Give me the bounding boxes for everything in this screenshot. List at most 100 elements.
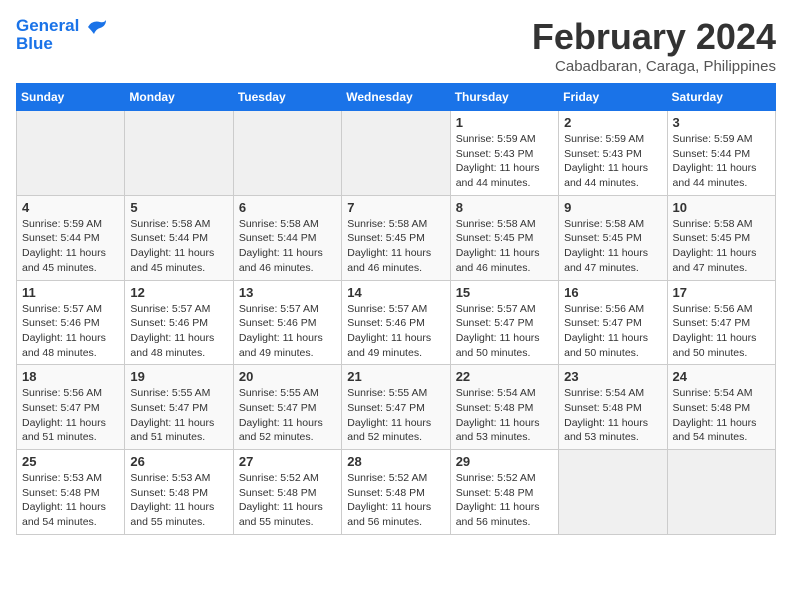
- calendar-cell: 19 Sunrise: 5:55 AM Sunset: 5:47 PM Dayli…: [125, 365, 233, 450]
- calendar-week-row: 18 Sunrise: 5:56 AM Sunset: 5:47 PM Dayli…: [17, 365, 776, 450]
- day-number: 19: [130, 369, 227, 384]
- day-number: 23: [564, 369, 661, 384]
- day-info: Sunrise: 5:58 AM Sunset: 5:45 PM Dayligh…: [456, 217, 553, 276]
- day-info: Sunrise: 5:54 AM Sunset: 5:48 PM Dayligh…: [673, 386, 770, 445]
- calendar-cell: 12 Sunrise: 5:57 AM Sunset: 5:46 PM Dayli…: [125, 280, 233, 365]
- day-number: 26: [130, 454, 227, 469]
- calendar-cell: 26 Sunrise: 5:53 AM Sunset: 5:48 PM Dayli…: [125, 450, 233, 535]
- day-number: 29: [456, 454, 553, 469]
- day-info: Sunrise: 5:58 AM Sunset: 5:45 PM Dayligh…: [347, 217, 444, 276]
- day-info: Sunrise: 5:56 AM Sunset: 5:47 PM Dayligh…: [564, 302, 661, 361]
- calendar-cell: 13Sunrise: 5:57 AM Sunset: 5:46 PM Dayli…: [233, 280, 341, 365]
- calendar-cell: [559, 450, 667, 535]
- day-info: Sunrise: 5:59 AM Sunset: 5:43 PM Dayligh…: [564, 132, 661, 191]
- calendar-cell: 2 Sunrise: 5:59 AM Sunset: 5:43 PM Daylig…: [559, 111, 667, 196]
- day-number: 18: [22, 369, 119, 384]
- day-number: 24: [673, 369, 770, 384]
- day-number: 10: [673, 200, 770, 215]
- calendar-cell: 22 Sunrise: 5:54 AM Sunset: 5:48 PM Dayli…: [450, 365, 558, 450]
- month-title: February 2024: [532, 16, 776, 58]
- day-number: 27: [239, 454, 336, 469]
- day-info: Sunrise: 5:58 AM Sunset: 5:45 PM Dayligh…: [673, 217, 770, 276]
- calendar-cell: [233, 111, 341, 196]
- day-info: Sunrise: 5:57 AM Sunset: 5:46 PM Dayligh…: [347, 302, 444, 361]
- day-info: Sunrise: 5:59 AM Sunset: 5:44 PM Dayligh…: [22, 217, 119, 276]
- logo: General Blue: [16, 16, 108, 54]
- weekday-header-sunday: Sunday: [17, 84, 125, 111]
- calendar-cell: 29 Sunrise: 5:52 AM Sunset: 5:48 PM Dayli…: [450, 450, 558, 535]
- day-info: Sunrise: 5:52 AM Sunset: 5:48 PM Dayligh…: [456, 471, 553, 530]
- day-number: 3: [673, 115, 770, 130]
- calendar-week-row: 1 Sunrise: 5:59 AM Sunset: 5:43 PM Daylig…: [17, 111, 776, 196]
- calendar-cell: 21Sunrise: 5:55 AM Sunset: 5:47 PM Dayli…: [342, 365, 450, 450]
- calendar-cell: 4 Sunrise: 5:59 AM Sunset: 5:44 PM Daylig…: [17, 195, 125, 280]
- calendar-cell: [667, 450, 775, 535]
- weekday-header-thursday: Thursday: [450, 84, 558, 111]
- calendar-week-row: 25 Sunrise: 5:53 AM Sunset: 5:48 PM Dayli…: [17, 450, 776, 535]
- day-info: Sunrise: 5:55 AM Sunset: 5:47 PM Dayligh…: [347, 386, 444, 445]
- calendar-table: SundayMondayTuesdayWednesdayThursdayFrid…: [16, 83, 776, 535]
- day-number: 15: [456, 285, 553, 300]
- calendar-cell: 17 Sunrise: 5:56 AM Sunset: 5:47 PM Dayli…: [667, 280, 775, 365]
- day-info: Sunrise: 5:58 AM Sunset: 5:44 PM Dayligh…: [239, 217, 336, 276]
- day-info: Sunrise: 5:52 AM Sunset: 5:48 PM Dayligh…: [239, 471, 336, 530]
- logo-blue-text: Blue: [16, 34, 108, 54]
- logo-bird-icon: [86, 18, 108, 36]
- day-number: 22: [456, 369, 553, 384]
- calendar-cell: 28 Sunrise: 5:52 AM Sunset: 5:48 PM Dayli…: [342, 450, 450, 535]
- day-info: Sunrise: 5:57 AM Sunset: 5:47 PM Dayligh…: [456, 302, 553, 361]
- calendar-cell: [17, 111, 125, 196]
- day-info: Sunrise: 5:55 AM Sunset: 5:47 PM Dayligh…: [239, 386, 336, 445]
- weekday-header-row: SundayMondayTuesdayWednesdayThursdayFrid…: [17, 84, 776, 111]
- page-header: General Blue February 2024 Cabadbaran, C…: [16, 16, 776, 75]
- day-number: 5: [130, 200, 227, 215]
- day-info: Sunrise: 5:58 AM Sunset: 5:45 PM Dayligh…: [564, 217, 661, 276]
- day-number: 25: [22, 454, 119, 469]
- day-number: 14: [347, 285, 444, 300]
- weekday-header-friday: Friday: [559, 84, 667, 111]
- calendar-cell: 10 Sunrise: 5:58 AM Sunset: 5:45 PM Dayli…: [667, 195, 775, 280]
- day-number: 2: [564, 115, 661, 130]
- weekday-header-wednesday: Wednesday: [342, 84, 450, 111]
- location-subtitle: Cabadbaran, Caraga, Philippines: [532, 58, 776, 75]
- day-number: 13: [239, 285, 336, 300]
- title-area: February 2024 Cabadbaran, Caraga, Philip…: [532, 16, 776, 75]
- calendar-cell: 15 Sunrise: 5:57 AM Sunset: 5:47 PM Dayli…: [450, 280, 558, 365]
- day-info: Sunrise: 5:54 AM Sunset: 5:48 PM Dayligh…: [564, 386, 661, 445]
- day-number: 11: [22, 285, 119, 300]
- calendar-cell: 8 Sunrise: 5:58 AM Sunset: 5:45 PM Daylig…: [450, 195, 558, 280]
- day-number: 17: [673, 285, 770, 300]
- calendar-cell: 16 Sunrise: 5:56 AM Sunset: 5:47 PM Dayli…: [559, 280, 667, 365]
- day-info: Sunrise: 5:56 AM Sunset: 5:47 PM Dayligh…: [673, 302, 770, 361]
- day-info: Sunrise: 5:52 AM Sunset: 5:48 PM Dayligh…: [347, 471, 444, 530]
- day-number: 1: [456, 115, 553, 130]
- day-info: Sunrise: 5:58 AM Sunset: 5:44 PM Dayligh…: [130, 217, 227, 276]
- calendar-cell: 27 Sunrise: 5:52 AM Sunset: 5:48 PM Dayli…: [233, 450, 341, 535]
- day-number: 9: [564, 200, 661, 215]
- calendar-cell: 5 Sunrise: 5:58 AM Sunset: 5:44 PM Daylig…: [125, 195, 233, 280]
- day-info: Sunrise: 5:56 AM Sunset: 5:47 PM Dayligh…: [22, 386, 119, 445]
- day-info: Sunrise: 5:54 AM Sunset: 5:48 PM Dayligh…: [456, 386, 553, 445]
- day-number: 12: [130, 285, 227, 300]
- day-number: 28: [347, 454, 444, 469]
- day-number: 6: [239, 200, 336, 215]
- day-info: Sunrise: 5:59 AM Sunset: 5:43 PM Dayligh…: [456, 132, 553, 191]
- day-number: 20: [239, 369, 336, 384]
- day-number: 8: [456, 200, 553, 215]
- day-number: 16: [564, 285, 661, 300]
- weekday-header-monday: Monday: [125, 84, 233, 111]
- calendar-week-row: 11 Sunrise: 5:57 AM Sunset: 5:46 PM Dayli…: [17, 280, 776, 365]
- calendar-cell: 11 Sunrise: 5:57 AM Sunset: 5:46 PM Dayli…: [17, 280, 125, 365]
- day-info: Sunrise: 5:57 AM Sunset: 5:46 PM Dayligh…: [130, 302, 227, 361]
- day-info: Sunrise: 5:53 AM Sunset: 5:48 PM Dayligh…: [22, 471, 119, 530]
- calendar-cell: 20 Sunrise: 5:55 AM Sunset: 5:47 PM Dayli…: [233, 365, 341, 450]
- calendar-week-row: 4 Sunrise: 5:59 AM Sunset: 5:44 PM Daylig…: [17, 195, 776, 280]
- calendar-cell: [342, 111, 450, 196]
- day-info: Sunrise: 5:53 AM Sunset: 5:48 PM Dayligh…: [130, 471, 227, 530]
- calendar-cell: 18 Sunrise: 5:56 AM Sunset: 5:47 PM Dayli…: [17, 365, 125, 450]
- day-info: Sunrise: 5:55 AM Sunset: 5:47 PM Dayligh…: [130, 386, 227, 445]
- day-number: 4: [22, 200, 119, 215]
- day-info: Sunrise: 5:57 AM Sunset: 5:46 PM Dayligh…: [22, 302, 119, 361]
- day-info: Sunrise: 5:59 AM Sunset: 5:44 PM Dayligh…: [673, 132, 770, 191]
- weekday-header-saturday: Saturday: [667, 84, 775, 111]
